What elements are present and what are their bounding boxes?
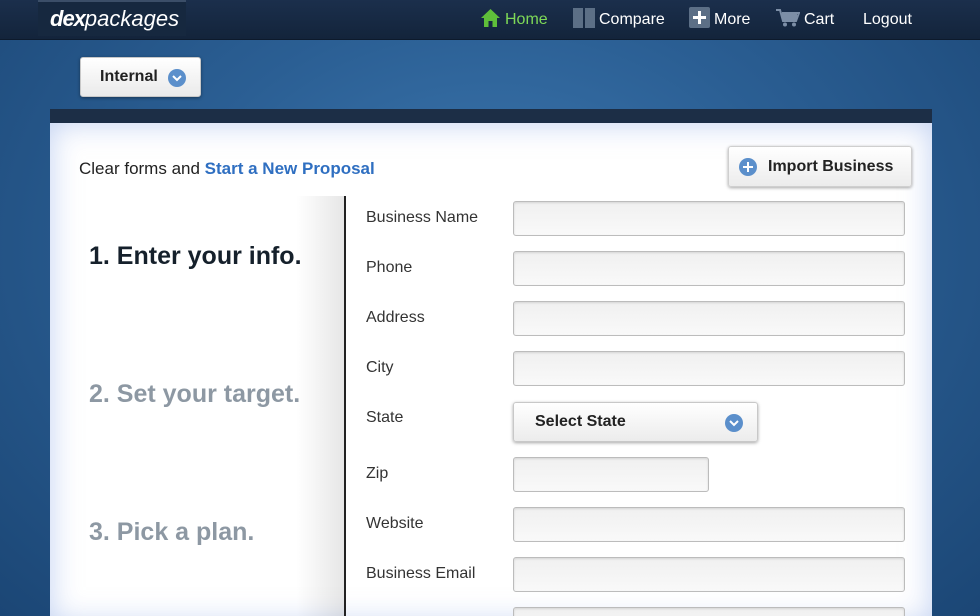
top-nav-bar: dexpackages Home Compare More Cart Logou…: [0, 0, 980, 40]
account-type-label: Internal: [100, 68, 158, 85]
zip-label: Zip: [366, 465, 389, 482]
website-field[interactable]: [513, 507, 905, 542]
nav-more[interactable]: More: [689, 0, 750, 40]
website-label: Website: [366, 515, 424, 532]
nav-logout-label: Logout: [863, 11, 912, 28]
phone-field[interactable]: [513, 251, 905, 286]
phone-label: Phone: [366, 259, 413, 276]
nav-compare-label: Compare: [599, 11, 665, 28]
start-new-proposal-link[interactable]: Start a New Proposal: [205, 159, 375, 178]
clear-forms-text: Clear forms and Start a New Proposal: [79, 159, 375, 179]
nav-home[interactable]: Home: [480, 0, 548, 40]
plus-circle-icon: [739, 158, 757, 176]
step-enter-info: 1. Enter your info.: [89, 242, 302, 270]
business-name-field[interactable]: [513, 201, 905, 236]
chevron-down-icon: [168, 69, 186, 87]
business-email-label: Business Email: [366, 565, 476, 582]
steps-shadow: [296, 196, 346, 616]
logo-packages-text: packages: [84, 6, 180, 31]
nav-cart-label: Cart: [804, 11, 835, 28]
home-icon: [480, 8, 501, 33]
panel-header-bar: [50, 109, 932, 123]
import-business-button[interactable]: Import Business: [728, 146, 912, 187]
city-label: City: [366, 359, 394, 376]
plus-icon: [689, 7, 710, 33]
clear-forms-label: Clear forms and: [79, 159, 205, 178]
dex-packages-logo[interactable]: dexpackages: [38, 0, 186, 36]
address-label: Address: [366, 309, 425, 326]
step-set-target: 2. Set your target.: [89, 380, 301, 408]
import-business-label: Import Business: [768, 158, 894, 175]
state-select[interactable]: Select State: [513, 402, 758, 442]
state-select-value: Select State: [535, 413, 626, 430]
nav-more-label: More: [714, 11, 751, 28]
address-field[interactable]: [513, 301, 905, 336]
city-field[interactable]: [513, 351, 905, 386]
next-field-partial[interactable]: [513, 607, 905, 616]
chevron-down-icon: [725, 414, 743, 432]
nav-cart[interactable]: Cart: [776, 0, 834, 40]
zip-field[interactable]: [513, 457, 709, 492]
logo-dex-text: dex: [50, 6, 86, 31]
cart-icon: [776, 8, 801, 32]
business-name-label: Business Name: [366, 209, 479, 226]
steps-divider: [344, 196, 346, 616]
business-email-field[interactable]: [513, 557, 905, 592]
nav-home-label: Home: [505, 11, 548, 28]
compare-icon: [573, 7, 595, 33]
step-pick-plan: 3. Pick a plan.: [89, 518, 255, 546]
account-type-dropdown[interactable]: Internal: [80, 57, 201, 97]
nav-logout[interactable]: Logout: [863, 0, 912, 40]
nav-compare[interactable]: Compare: [573, 0, 665, 40]
state-label: State: [366, 409, 404, 426]
